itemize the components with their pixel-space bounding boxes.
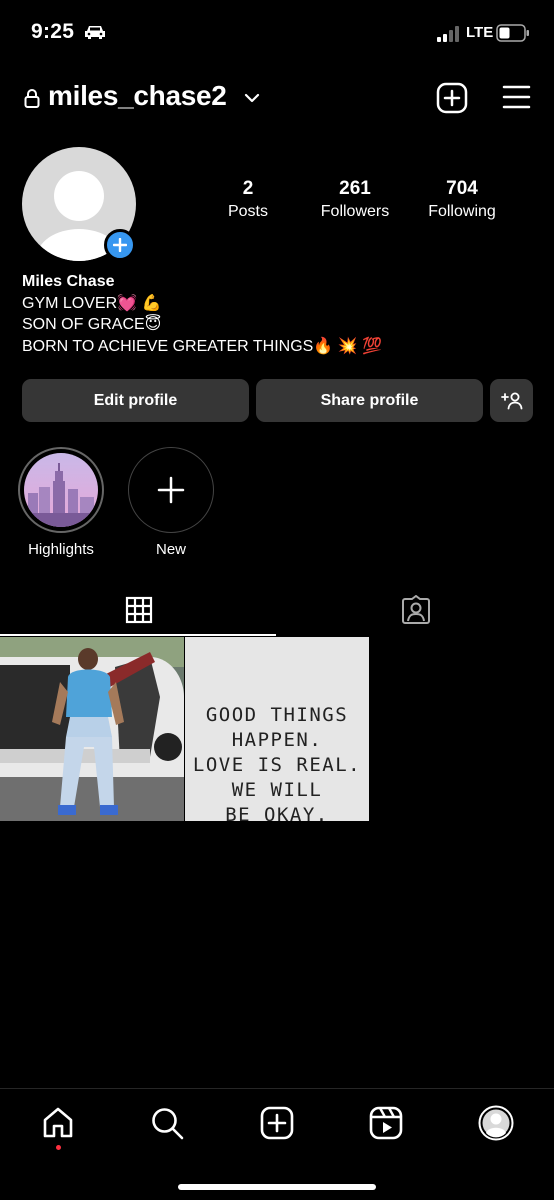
plus-icon [157,476,185,504]
signal-icon [437,26,459,42]
highlight-cover[interactable] [18,447,104,533]
stat-value: 2 [242,178,254,199]
profile-avatar-icon [478,1105,514,1141]
network-label: LTE [466,24,494,41]
stat-value: 261 [339,178,371,199]
plus-icon [113,238,127,252]
stat-label: Followers [320,203,390,220]
car-icon [85,26,105,39]
profile-bio: Miles Chase GYM LOVER💓 💪 SON OF GRACE😇 B… [22,271,382,357]
bio-line: GYM LOVER💓 💪 [22,294,162,312]
add-person-icon [500,392,522,409]
quote-line: HAPPEN. [231,729,323,751]
home-indicator[interactable] [178,1184,376,1190]
discover-people-button[interactable] [490,379,533,422]
search-icon [152,1108,184,1140]
create-icon [260,1106,294,1140]
post-thumbnail[interactable]: GOOD THINGS HAPPEN. LOVE IS REAL. WE WIL… [185,637,369,821]
stat-posts[interactable]: 2 Posts [198,178,298,222]
post-thumbnail[interactable] [0,637,184,821]
tagged-person-icon [401,595,430,624]
tab-tagged[interactable] [277,585,554,635]
nav-home[interactable] [40,1105,76,1150]
lock-icon [24,89,40,108]
quote-line: WE WILL [231,779,323,801]
stat-value: 704 [446,178,478,199]
car-photo-image [0,637,184,821]
nav-reels[interactable] [368,1105,404,1141]
bio-line: SON OF GRACE😇 [22,316,162,333]
menu-icon[interactable] [502,84,531,110]
quote-text: GOOD THINGS HAPPEN. LOVE IS REAL. WE WIL… [185,703,369,821]
display-name: Miles Chase [22,273,115,290]
new-post-icon[interactable] [436,82,468,114]
bio-line: BORN TO ACHIEVE GREATER THINGS🔥 💥 💯 [22,337,382,355]
highlight-item[interactable]: Highlights [18,447,104,558]
stat-followers[interactable]: 261 Followers [305,178,405,222]
nav-profile[interactable] [478,1105,514,1141]
stat-label: Following [428,203,496,220]
status-time: 9:25 [31,20,75,43]
quote-line: BE OKAY. [225,804,329,821]
bottom-nav [0,1088,554,1200]
tab-posts-grid[interactable] [0,585,277,635]
highlight-label: Highlights [28,541,94,558]
quote-line: GOOD THINGS [205,704,349,726]
profile-header: miles_chase2 [0,70,554,126]
highlight-label: New [155,541,186,558]
add-story-button[interactable] [104,229,136,261]
notification-dot [56,1145,61,1150]
stat-following[interactable]: 704 Following [412,178,512,222]
active-tab-indicator [0,634,276,636]
account-switcher[interactable]: miles_chase2 [48,80,227,112]
quote-line: LOVE IS REAL. [192,754,362,776]
chevron-down-icon[interactable] [244,92,260,104]
battery-icon [496,24,529,42]
city-skyline-image [24,453,98,527]
new-highlight-button[interactable] [128,447,214,533]
nav-create[interactable] [259,1105,295,1141]
home-icon [43,1107,73,1138]
reels-icon [369,1106,403,1140]
edit-profile-button[interactable]: Edit profile [22,379,249,422]
new-highlight-item[interactable]: New [128,447,214,558]
status-bar: 9:25 LTE [0,0,554,66]
share-profile-button[interactable]: Share profile [256,379,483,422]
profile-tabs [0,585,554,637]
stat-label: Posts [227,203,268,220]
grid-icon [125,596,152,624]
nav-search[interactable] [149,1105,185,1141]
